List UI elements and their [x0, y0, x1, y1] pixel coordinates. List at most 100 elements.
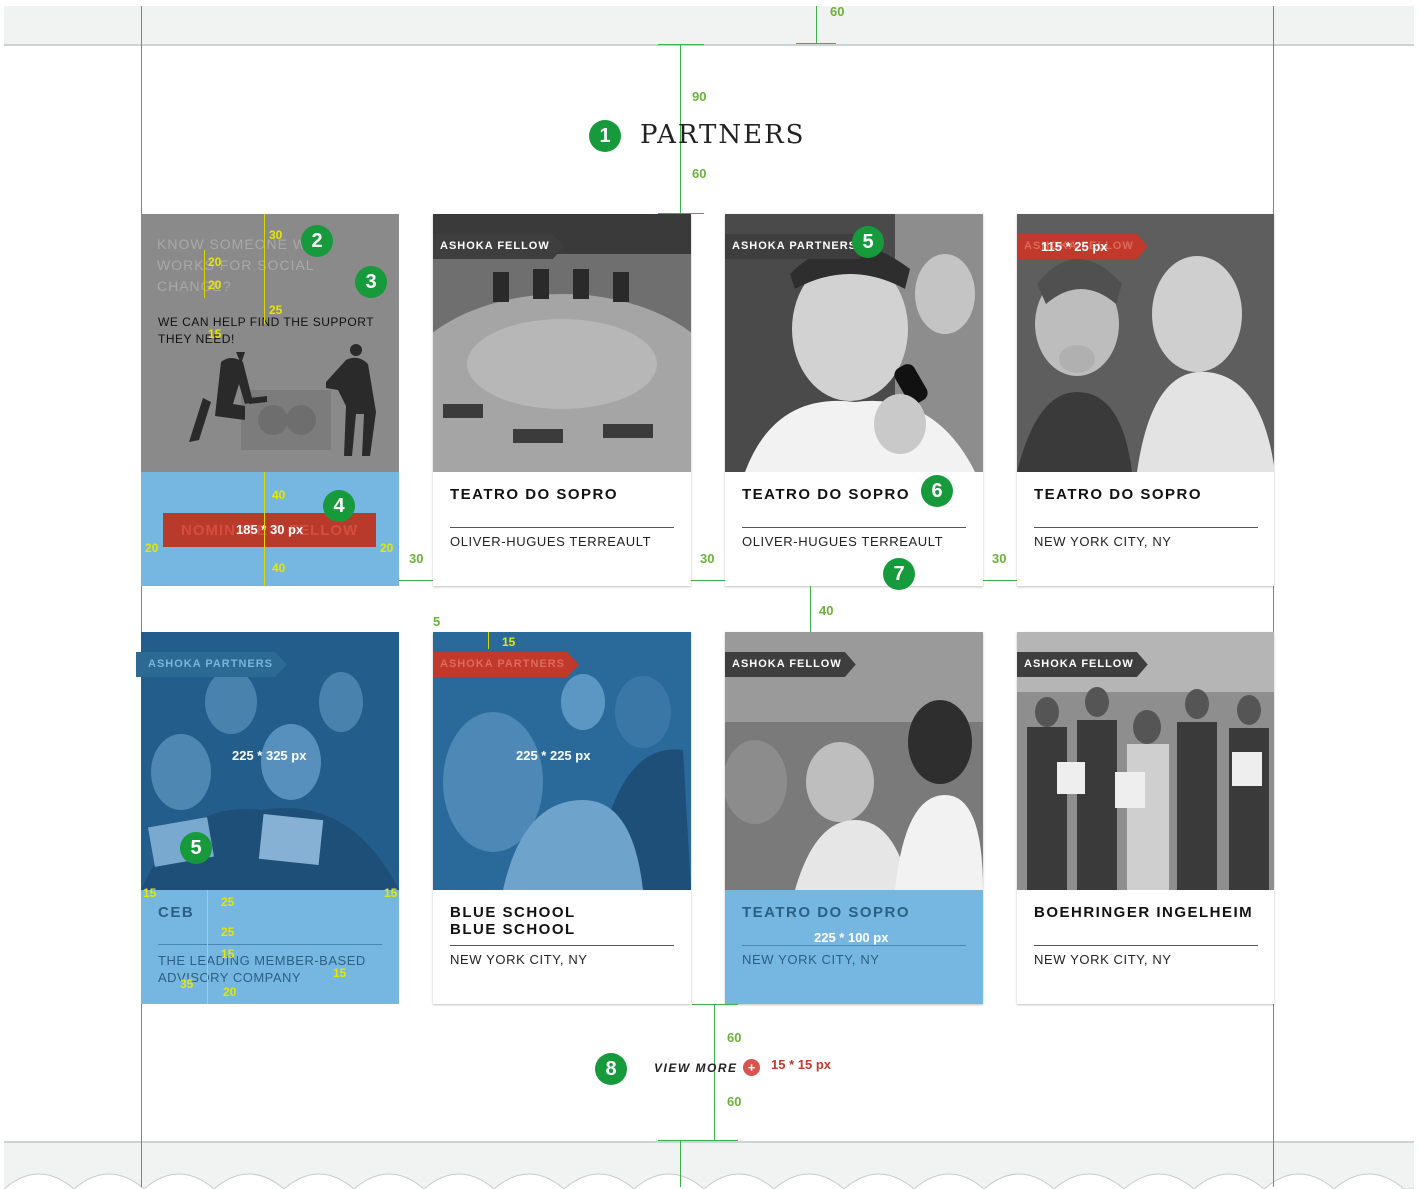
marker-6: 6	[921, 475, 953, 507]
card-size: 225 * 325 px	[232, 748, 307, 763]
card-subtitle: OLIVER-HUGUES TERREAULT	[742, 534, 944, 549]
info-dim-left: 15	[143, 886, 157, 900]
plus-icon[interactable]: +	[743, 1059, 760, 1076]
card-size: 225 * 100 px	[814, 930, 889, 945]
card-ribbon-4: ASHOKA PARTNERS	[136, 652, 288, 677]
row-gap-dim: 40	[819, 603, 834, 618]
card-subtitle: NEW YORK CITY, NY	[1034, 534, 1172, 549]
card-title: BLUE SCHOOL	[450, 904, 576, 921]
marker-7: 7	[883, 558, 915, 590]
info-dim-f: 20	[223, 985, 237, 999]
guide-right	[1273, 6, 1274, 1187]
card-subtitle: NEW YORK CITY, NY	[742, 952, 880, 967]
card-info-panel: TEATRO DO SOPRO 225 * 100 px NEW YORK CI…	[725, 890, 983, 1004]
info-dim-d: 15	[333, 966, 347, 980]
card-divider	[742, 945, 966, 946]
ribbon-size: 115 * 25 px	[1041, 239, 1108, 254]
card-ribbon: ASHOKA FELLOW	[433, 234, 564, 259]
plus-icon-size: 15 * 15 px	[771, 1057, 831, 1072]
card-divider	[742, 527, 966, 528]
bottom-dim-ext	[680, 1141, 681, 1187]
info-dim-a: 25	[221, 895, 235, 909]
promo-dim-line1: 20	[208, 255, 222, 269]
nominate-button-size: 185 * 30 px	[236, 522, 304, 537]
card-ribbon: ASHOKA FELLOW	[725, 652, 856, 677]
dim-top-gap: 60	[830, 4, 845, 19]
card-divider	[1034, 527, 1258, 528]
ribbon-pad-line	[488, 632, 489, 649]
dim-title-cap1	[658, 44, 704, 45]
card-title-2: BLUE SCHOOL	[450, 921, 576, 938]
info-dim-b: 25	[221, 925, 235, 939]
marker-8: 8	[595, 1053, 627, 1085]
partner-card-1[interactable]: ASHOKA FELLOW TEATRO DO SOPRO OLIVER-HUG…	[433, 214, 691, 586]
gutter-dim-3: 30	[992, 551, 1007, 566]
partner-card-6[interactable]: ASHOKA FELLOW TEATRO DO SOPRO 225 * 100 …	[725, 632, 983, 1004]
info-dim-line	[207, 890, 208, 1004]
partner-card-7[interactable]: ASHOKA FELLOW BOEHRINGER INGELHEIM NEW Y…	[1017, 632, 1274, 1004]
card-ribbon: ASHOKA PARTNERS	[433, 652, 580, 677]
promo-cta-panel: NOMINATE A FELLOW 185 * 30 px	[141, 472, 399, 586]
bottom-band	[4, 1141, 1414, 1189]
marker-1: 1	[589, 120, 621, 152]
card-divider	[450, 945, 674, 946]
btn-dim-line	[264, 472, 265, 586]
bottom-dim-cap2	[658, 1140, 738, 1141]
promo-dim-top: 30	[269, 228, 283, 242]
marker-5: 5	[852, 226, 884, 258]
card-title: TEATRO DO SOPRO	[450, 486, 619, 503]
marker-5b: 5	[180, 832, 212, 864]
partner-card-3[interactable]: ASHOKA FELLOW 115 * 25 px TEATRO DO SOPR…	[1017, 214, 1274, 586]
info-dim-c: 15	[221, 947, 235, 961]
view-more-link[interactable]: VIEW MORE	[654, 1061, 738, 1075]
gutter-line-1	[399, 580, 433, 581]
gutter-dim-1: 30	[409, 551, 424, 566]
card-ribbon: ASHOKA PARTNERS	[725, 234, 872, 259]
dim-top-cap	[796, 43, 836, 44]
gutter-dim-2: 30	[700, 551, 715, 566]
page-title: PARTNERS	[640, 120, 806, 150]
gutter-line-2	[691, 580, 725, 581]
info-dim-right: 15	[384, 886, 398, 900]
card-title: CEB	[158, 904, 195, 921]
promo-dim-gap: 25	[269, 303, 283, 317]
btn-dim-right: 20	[380, 541, 394, 555]
card-title: TEATRO DO SOPRO	[742, 486, 911, 503]
card-subtitle: NEW YORK CITY, NY	[1034, 952, 1172, 967]
card-divider	[158, 944, 382, 945]
card-subtitle: OLIVER-HUGUES TERREAULT	[450, 534, 652, 549]
row-gap-line	[810, 586, 811, 632]
bottom-dim-bottom: 60	[727, 1094, 742, 1109]
promo-dim-line-b	[204, 250, 205, 298]
marker-2: 2	[301, 225, 333, 257]
btn-dim-left: 20	[145, 541, 159, 555]
partner-card-5[interactable]: ASHOKA PARTNERS 225 * 225 px BLUE SCHOOL…	[433, 632, 691, 1004]
ribbon-pad-dim: 15	[502, 635, 516, 649]
marker-3: 3	[355, 266, 387, 298]
promo-heading: KNOW SOMEONE WHO WORKS FOR SOCIAL CHANGE…	[157, 236, 331, 294]
btn-dim-top: 40	[272, 488, 286, 502]
card-size: 225 * 225 px	[516, 748, 591, 763]
card-divider	[1034, 945, 1258, 946]
card-divider	[450, 527, 674, 528]
card-title: TEATRO DO SOPRO	[1034, 486, 1203, 503]
partner-card-4[interactable]: 225 * 325 px CEB THE LEADING MEMBER-BASE…	[141, 632, 399, 1004]
top-band	[4, 6, 1414, 46]
guide-left	[141, 6, 142, 1187]
bottom-dim-cap1	[692, 1004, 738, 1005]
partner-card-2[interactable]: ASHOKA PARTNERS TEATRO DO SOPRO OLIVER-H…	[725, 214, 983, 586]
info-dim-e: 35	[180, 977, 194, 991]
card-ribbon: ASHOKA FELLOW	[1017, 652, 1148, 677]
card-title: TEATRO DO SOPRO	[742, 904, 911, 921]
puzzle-illustration	[189, 344, 376, 456]
dim-top-line	[816, 6, 817, 44]
gutter-line-3	[983, 580, 1017, 581]
dim-title-bottom: 60	[692, 166, 707, 181]
bottom-dim-top: 60	[727, 1030, 742, 1045]
promo-dim-line2: 20	[208, 278, 222, 292]
btn-dim-bottom: 40	[272, 561, 286, 575]
dim-title-top: 90	[692, 89, 707, 104]
promo-dim-15: 15	[208, 327, 222, 341]
ribbon-offset-dim: 5	[433, 614, 441, 629]
card-subtitle: NEW YORK CITY, NY	[450, 952, 588, 967]
